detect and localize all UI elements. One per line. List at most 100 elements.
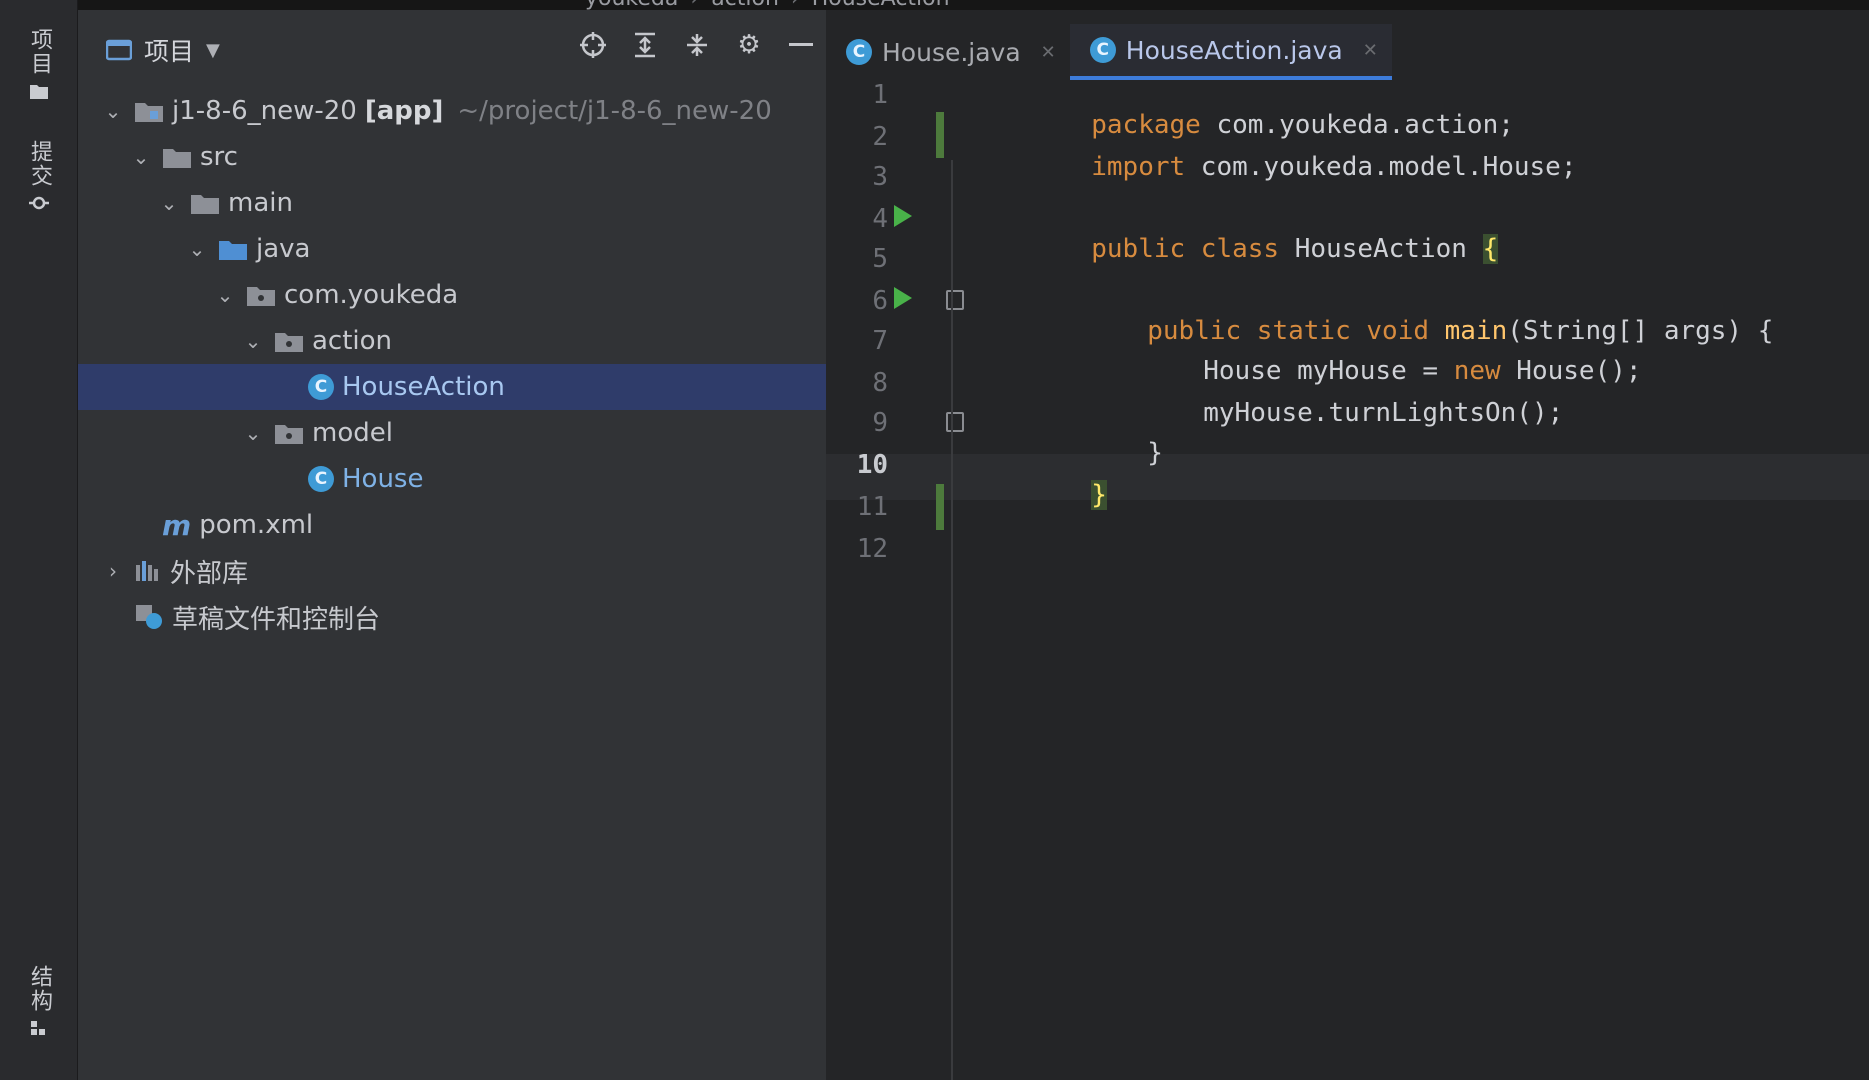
editor-tab-bar: C House.java ✕ C HouseAction.java ✕ (826, 24, 1869, 80)
chevron-down-icon[interactable]: ⌄ (130, 145, 152, 169)
tree-item-src[interactable]: ⌄ src (78, 134, 826, 180)
tree-item-package[interactable]: ⌄ model (78, 410, 826, 456)
tree-item-project-root[interactable]: ⌄ j1-8-6_new-20 [app] ~/project/j1-8-6_n… (78, 88, 826, 134)
close-icon[interactable]: ✕ (1363, 40, 1378, 61)
tree-item-label: java (256, 234, 311, 264)
project-panel-toolbar: ⚙ (578, 30, 816, 60)
structure-tool-button[interactable]: 结构 (0, 965, 78, 1043)
tree-item-label: House (342, 464, 424, 494)
gear-icon[interactable]: ⚙ (734, 30, 764, 60)
tree-item-main[interactable]: ⌄ main (78, 180, 826, 226)
breadcrumb-item[interactable]: youkeda (585, 0, 678, 11)
project-tree: ⌄ j1-8-6_new-20 [app] ~/project/j1-8-6_n… (78, 88, 826, 640)
tree-item-class[interactable]: C House (78, 456, 826, 502)
keyword: import (1091, 152, 1186, 182)
chevron-down-icon[interactable]: ⌄ (214, 283, 236, 307)
module-folder-icon (134, 99, 164, 123)
source-folder-icon (218, 237, 248, 261)
tree-item-label: main (228, 188, 293, 218)
tree-item-label: action (312, 326, 393, 356)
breadcrumb-separator: › (791, 0, 800, 11)
chevron-down-icon[interactable]: ⌄ (158, 191, 180, 215)
line-number: 1 (872, 80, 888, 110)
java-class-icon: C (308, 466, 334, 492)
tab-label: HouseAction.java (1125, 35, 1343, 65)
fold-icon[interactable] (946, 412, 964, 432)
tab-house-java[interactable]: C House.java ✕ (826, 24, 1070, 80)
commit-tool-button[interactable]: 提交 (0, 140, 78, 218)
breadcrumb-item[interactable]: HouseAction (812, 0, 950, 11)
tree-item-class-selected[interactable]: C HouseAction (78, 364, 826, 410)
project-tool-label: 项目 (27, 28, 52, 76)
tree-item-pom[interactable]: m pom.xml (78, 502, 826, 548)
tree-item-package[interactable]: ⌄ com.youkeda (78, 272, 826, 318)
code-editor[interactable]: C House.java ✕ C HouseAction.java ✕ 1 2 … (826, 10, 1869, 1080)
chevron-down-icon: ▼ (206, 39, 220, 61)
java-class-icon: C (1089, 37, 1116, 63)
fold-icon[interactable] (946, 290, 964, 310)
expand-all-icon[interactable] (630, 30, 660, 60)
folder-icon (162, 145, 192, 169)
tree-item-java[interactable]: ⌄ java (78, 226, 826, 272)
package-icon (274, 329, 304, 353)
code-text: com.youkeda.model.House; (1185, 152, 1577, 182)
project-panel: 项目 ▼ ⚙ ⌄ j1-8-6_new-20 [app] ~/project/j… (78, 10, 826, 1080)
line-number: 6 (872, 286, 888, 316)
package-icon (246, 283, 276, 307)
code-text: HouseAction (1279, 234, 1483, 264)
editor-gutter: 1 2 3 4 5 6 7 8 9 10 11 12 (826, 80, 964, 1080)
line-number: 4 (872, 204, 888, 234)
line-number: 3 (872, 162, 888, 192)
run-icon[interactable] (894, 205, 912, 227)
tree-item-label: HouseAction (342, 372, 505, 402)
breadcrumb-item[interactable]: action (711, 0, 779, 11)
scratch-icon (134, 603, 164, 631)
module-tag: [app] (364, 96, 444, 126)
code-line: } (966, 450, 1107, 540)
tree-item-package[interactable]: ⌄ action (78, 318, 826, 364)
line-number: 5 (872, 244, 888, 274)
tree-item-label: 外部库 (170, 558, 249, 589)
tree-item-scratches[interactable]: 草稿文件和控制台 (78, 594, 826, 640)
tree-item-external-libraries[interactable]: › 外部库 (78, 548, 826, 594)
line-number: 8 (872, 368, 888, 398)
code-text: myHouse.turnLightsOn(); (1203, 398, 1564, 428)
chevron-down-icon[interactable]: ⌄ (242, 329, 264, 353)
project-view-selector[interactable]: 项目 ▼ (106, 32, 220, 68)
close-icon[interactable]: ✕ (1041, 42, 1056, 63)
maven-icon: m (162, 508, 192, 542)
chevron-right-icon[interactable]: › (102, 559, 124, 583)
gutter-divider (951, 160, 953, 1080)
tree-item-label: src (200, 142, 238, 172)
code-text: } (1147, 438, 1163, 468)
chevron-down-icon[interactable]: ⌄ (186, 237, 208, 261)
code-line: public class HouseAction { (966, 204, 1499, 294)
library-icon (134, 559, 162, 583)
breadcrumb: youkeda › action › HouseAction (400, 0, 950, 11)
line-number-current: 10 (856, 450, 888, 480)
tab-houseaction-java[interactable]: C HouseAction.java ✕ (1069, 24, 1392, 80)
minimize-icon[interactable] (786, 30, 816, 60)
run-icon[interactable] (894, 287, 912, 309)
java-class-icon: C (846, 39, 872, 65)
project-panel-title: 项目 (144, 37, 195, 66)
line-number: 7 (872, 326, 888, 356)
chevron-down-icon[interactable]: ⌄ (102, 99, 124, 123)
tree-item-label: pom.xml (199, 510, 314, 540)
matched-brace: { (1482, 234, 1499, 264)
tree-item-label: 草稿文件和控制台 (172, 604, 381, 635)
tree-item-label: com.youkeda (284, 280, 459, 310)
tab-label: House.java (882, 37, 1021, 67)
project-tool-button[interactable]: 项目 (0, 28, 78, 106)
ide-window: 项目 提交 结构 youkeda › action › HouseAction … (0, 0, 1869, 1080)
line-number: 2 (872, 122, 888, 152)
chevron-down-icon[interactable]: ⌄ (242, 421, 264, 445)
change-marker (936, 484, 944, 530)
tree-item-label: model (312, 418, 393, 448)
left-tool-strip: 项目 提交 结构 (0, 0, 78, 1080)
java-class-icon: C (308, 374, 334, 400)
locate-icon[interactable] (578, 30, 608, 60)
structure-tool-label: 结构 (27, 965, 52, 1013)
collapse-all-icon[interactable] (682, 30, 712, 60)
folder-icon (190, 191, 220, 215)
